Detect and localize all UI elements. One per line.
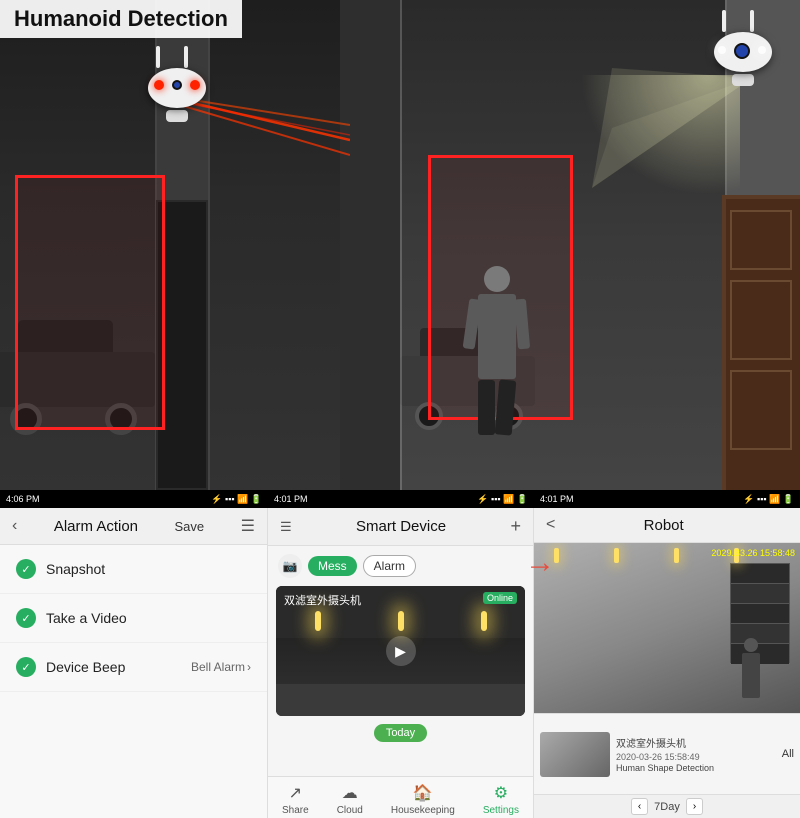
main-title: Humanoid Detection	[14, 6, 228, 31]
smart-header: ☰ Smart Device +	[268, 508, 533, 546]
tab-alarm-button[interactable]: Alarm	[363, 555, 416, 577]
robot-timestamp: 2029.B3.26 15:58:48	[711, 548, 795, 558]
robot-cam-inner: 2029.B3.26 15:58:48	[534, 543, 800, 713]
prev-day-button[interactable]: ‹	[631, 798, 648, 815]
garage-lights	[276, 611, 525, 631]
scene-right	[400, 0, 800, 490]
housekeeping-icon: 🏠	[413, 783, 433, 803]
robot-cam-label: 双滤室外摄头机	[616, 735, 776, 750]
status-bars-row: 4:06 PM ⚡ ▪▪▪ 📶 🔋 4:01 PM ⚡ ▪▪▪ 📶 🔋 4:01…	[0, 490, 800, 508]
person-figure	[478, 266, 516, 435]
settings-icon: ⚙	[494, 783, 508, 803]
robot-bottom-row: 双滤室外摄头机 2020-03-26 15:58:49 Human Shape …	[534, 713, 800, 794]
cam-online-status: Online	[483, 592, 517, 604]
arrow-indicator: →	[525, 546, 555, 580]
light-1	[315, 611, 321, 631]
menu-icon[interactable]: ☰	[241, 516, 255, 536]
share-icon: ↗	[289, 783, 302, 803]
today-row: Today	[268, 716, 533, 750]
alarm-item-beep: ✓ Device Beep Bell Alarm ›	[0, 643, 267, 692]
spotlight-svg	[592, 68, 772, 188]
panel-smart: ☰ Smart Device + 📷 Mess Alarm 双滤室外摄头机 On…	[268, 508, 534, 818]
beep-label: Device Beep	[46, 659, 125, 675]
scene-divider	[400, 0, 402, 490]
bottom-panels: → ‹ Alarm Action Save ☰ ✓ Snapshot ✓ Tak…	[0, 508, 800, 748]
camera-thumb-icon[interactable]: 📷	[278, 554, 302, 578]
robot-detection-label: Human Shape Detection	[616, 763, 776, 773]
smart-cam-card[interactable]: 双滤室外摄头机 Online ▶	[276, 586, 525, 716]
top-image-section: Humanoid Detection	[0, 0, 800, 490]
title-overlay: Humanoid Detection	[0, 0, 242, 38]
all-label[interactable]: All	[782, 748, 794, 760]
robot-date-label: 2020-03-26 15:58:49	[616, 752, 776, 762]
alarm-title: Alarm Action	[54, 518, 138, 535]
robot-header: < Robot	[534, 508, 800, 543]
today-button[interactable]: Today	[374, 724, 427, 742]
robot-info: 双滤室外摄头机 2020-03-26 15:58:49 Human Shape …	[616, 735, 776, 773]
icons-left: ⚡ ▪▪▪ 📶 🔋	[211, 494, 262, 505]
back-icon-alarm[interactable]: ‹	[12, 517, 17, 535]
icons-center: ⚡ ▪▪▪ 📶 🔋	[477, 494, 528, 505]
robot-thumb	[540, 732, 610, 777]
alarm-item-snapshot: ✓ Snapshot	[0, 545, 267, 594]
garage-floor	[276, 684, 525, 717]
bell-alarm-label[interactable]: Bell Alarm ›	[191, 660, 251, 674]
icons-right: ⚡ ▪▪▪ 📶 🔋	[743, 494, 794, 505]
shelf-unit	[730, 563, 790, 663]
alarm-header: ‹ Alarm Action Save ☰	[0, 508, 267, 545]
day-nav-row: ‹ 7Day ›	[534, 794, 800, 818]
time-right: 4:01 PM	[540, 494, 574, 504]
play-button[interactable]: ▶	[386, 636, 416, 666]
snapshot-label: Snapshot	[46, 561, 105, 577]
store-person	[742, 638, 760, 698]
check-icon-video: ✓	[16, 608, 36, 628]
scene-left	[0, 0, 400, 490]
smart-title: Smart Device	[356, 518, 446, 535]
panel-robot: < Robot	[534, 508, 800, 818]
detection-box-left	[15, 175, 165, 430]
robot-cam-view: 2029.B3.26 15:58:48	[534, 543, 800, 713]
smart-tabs: 📷 Mess Alarm	[268, 546, 533, 586]
smart-nav: ↗ Share ☁ Cloud 🏠 Housekeeping ⚙ Setting…	[268, 776, 533, 818]
list-icon[interactable]: ☰	[280, 519, 292, 535]
back-icon-robot[interactable]: <	[546, 516, 555, 534]
ceiling-light-2	[614, 548, 619, 563]
save-button[interactable]: Save	[175, 519, 205, 534]
day-range-label: 7Day	[654, 801, 680, 813]
time-left: 4:06 PM	[6, 494, 40, 504]
light-3	[481, 611, 487, 631]
arrow-right-icon: →	[525, 546, 555, 579]
status-bar-center: 4:01 PM ⚡ ▪▪▪ 📶 🔋	[268, 490, 534, 508]
chevron-right-icon: ›	[247, 660, 251, 674]
check-icon-beep: ✓	[16, 657, 36, 677]
status-bar-right: 4:01 PM ⚡ ▪▪▪ 📶 🔋	[534, 490, 800, 508]
cam-card-label: 双滤室外摄头机	[284, 592, 361, 608]
alarm-item-video: ✓ Take a Video	[0, 594, 267, 643]
light-2	[398, 611, 404, 631]
time-center: 4:01 PM	[274, 494, 308, 504]
add-button[interactable]: +	[510, 516, 521, 537]
tab-mess-button[interactable]: Mess	[308, 556, 357, 576]
check-icon-snapshot: ✓	[16, 559, 36, 579]
next-day-button[interactable]: ›	[686, 798, 703, 815]
robot-title: Robot	[644, 517, 684, 534]
ceiling-light-3	[674, 548, 679, 563]
cloud-icon: ☁	[342, 783, 358, 803]
status-bar-left: 4:06 PM ⚡ ▪▪▪ 📶 🔋	[0, 490, 268, 508]
panel-alarm: ‹ Alarm Action Save ☰ ✓ Snapshot ✓ Take …	[0, 508, 268, 818]
video-label: Take a Video	[46, 610, 127, 626]
